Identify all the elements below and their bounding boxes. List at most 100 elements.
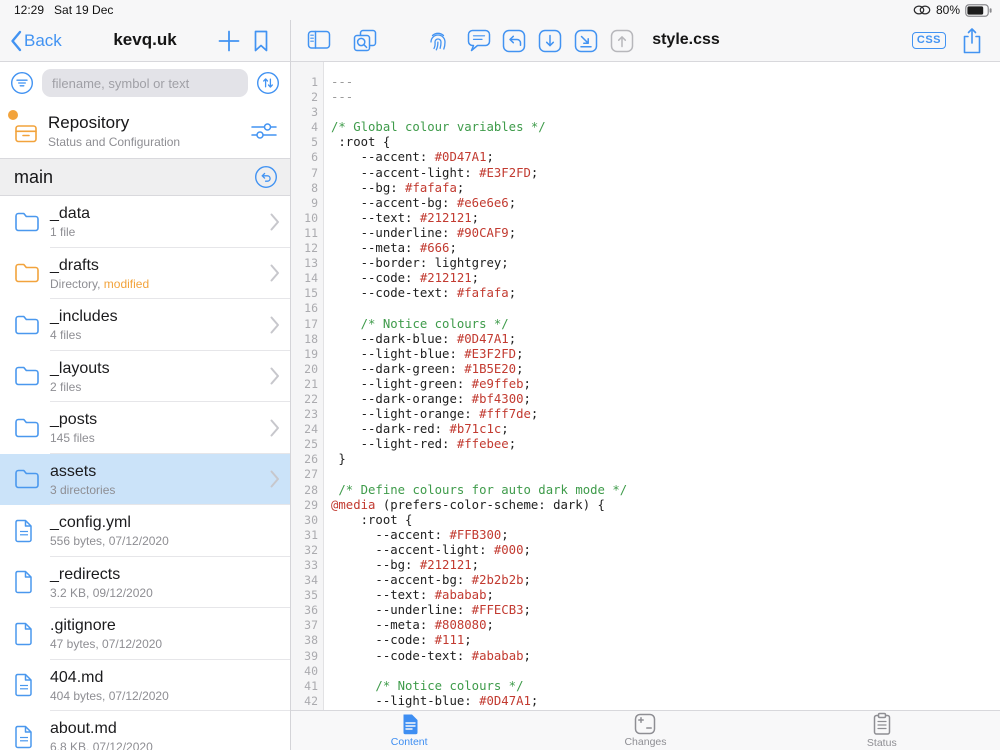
code-line: --light-red: #ffebee;	[331, 437, 1000, 452]
code-line: --light-orange: #fff7de;	[331, 407, 1000, 422]
line-number: 41	[291, 679, 323, 694]
line-number: 37	[291, 618, 323, 633]
line-number: 31	[291, 528, 323, 543]
download-icon[interactable]	[538, 29, 562, 53]
comment-icon[interactable]	[467, 29, 491, 52]
tab-label: Changes	[624, 736, 666, 748]
line-number: 36	[291, 603, 323, 618]
code-line: --dark-orange: #bf4300;	[331, 392, 1000, 407]
line-number: 42	[291, 694, 323, 709]
language-badge[interactable]: CSS	[912, 32, 946, 49]
code-line: ---	[331, 90, 1000, 105]
list-item-_posts[interactable]: _posts145 files	[0, 402, 290, 454]
line-number-gutter: 1234567891011121314151617181920212223242…	[291, 62, 324, 710]
line-number: 18	[291, 332, 323, 347]
item-name: _layouts	[50, 359, 110, 378]
code-line	[331, 664, 1000, 679]
line-number: 34	[291, 573, 323, 588]
bookmark-button[interactable]	[252, 30, 270, 52]
line-number: 22	[291, 392, 323, 407]
line-number: 5	[291, 135, 323, 150]
line-number: 33	[291, 558, 323, 573]
content-doc-icon	[399, 713, 419, 735]
line-number: 1	[291, 75, 323, 90]
line-number: 24	[291, 422, 323, 437]
item-detail: 556 bytes, 07/12/2020	[50, 534, 169, 548]
file-list: _data1 file_draftsDirectory, modified_in…	[0, 196, 290, 750]
code-line: --text: #212121;	[331, 211, 1000, 226]
line-number: 8	[291, 181, 323, 196]
line-number: 16	[291, 301, 323, 316]
battery-percent: 80%	[936, 3, 960, 17]
item-detail: 145 files	[50, 431, 97, 445]
share-icon[interactable]	[960, 27, 984, 55]
save-into-icon[interactable]	[574, 29, 598, 53]
list-item-_redirects[interactable]: _redirects3.2 KB, 09/12/2020	[0, 557, 290, 609]
code-line: --code-text: #ababab;	[331, 649, 1000, 664]
code-line: /* Notice colours */	[331, 679, 1000, 694]
tab-status[interactable]: Status	[764, 711, 1000, 750]
code-line: --meta: #666;	[331, 241, 1000, 256]
code-line: /* Global colour variables */	[331, 120, 1000, 135]
filter-icon[interactable]	[10, 71, 34, 95]
tab-label: Status	[867, 737, 897, 749]
line-number: 35	[291, 588, 323, 603]
list-item-_data[interactable]: _data1 file	[0, 196, 290, 248]
code-line: /* Define colours for auto dark mode */	[331, 483, 1000, 498]
code-line: --light-blue: #E3F2FD;	[331, 347, 1000, 362]
code-line: --accent-bg: #e6e6e6;	[331, 196, 1000, 211]
fingerprint-icon[interactable]	[426, 29, 450, 53]
item-detail: Directory, modified	[50, 277, 149, 291]
undo-icon[interactable]	[502, 29, 526, 53]
code-line: --bg: #212121;	[331, 558, 1000, 573]
line-number: 27	[291, 467, 323, 482]
branch-header[interactable]: main	[0, 158, 290, 196]
chevron-right-icon	[270, 213, 280, 231]
item-name: .gitignore	[50, 616, 162, 635]
multifile-search-icon[interactable]	[353, 29, 377, 52]
code-line	[331, 467, 1000, 482]
list-item-_config.yml[interactable]: _config.yml556 bytes, 07/12/2020	[0, 505, 290, 557]
list-item-assets[interactable]: assets3 directories	[0, 454, 290, 506]
line-number: 6	[291, 150, 323, 165]
code-editor[interactable]: 1234567891011121314151617181920212223242…	[291, 62, 1000, 710]
line-number: 9	[291, 196, 323, 211]
file-browser-sidebar: Repository Status and Configuration main	[0, 62, 290, 750]
list-item-_layouts[interactable]: _layouts2 files	[0, 351, 290, 403]
code-line: --dark-blue: #0D47A1;	[331, 332, 1000, 347]
list-item-_drafts[interactable]: _draftsDirectory, modified	[0, 248, 290, 300]
line-number: 25	[291, 437, 323, 452]
line-number: 15	[291, 286, 323, 301]
item-detail: 3 directories	[50, 483, 115, 497]
branch-switch-icon[interactable]	[254, 165, 278, 189]
list-item-_includes[interactable]: _includes4 files	[0, 299, 290, 351]
code-line: --accent: #FFB300;	[331, 528, 1000, 543]
list-item-about.md[interactable]: about.md6.8 KB, 07/12/2020	[0, 711, 290, 750]
code-line: --accent-bg: #2b2b2b;	[331, 573, 1000, 588]
tab-content[interactable]: Content	[291, 711, 527, 750]
plus-button[interactable]	[218, 30, 240, 52]
sort-icon[interactable]	[256, 71, 280, 95]
item-detail: 3.2 KB, 09/12/2020	[50, 586, 153, 600]
code-line: :root {	[331, 135, 1000, 150]
code-line: --light-green: #e9ffeb;	[331, 377, 1000, 392]
repository-row[interactable]: Repository Status and Configuration	[0, 104, 290, 158]
search-input[interactable]	[42, 69, 248, 97]
folder-icon	[0, 417, 50, 439]
item-detail: 4 files	[50, 328, 118, 342]
panel-toggle-icon[interactable]	[307, 29, 331, 51]
list-item-404.md[interactable]: 404.md404 bytes, 07/12/2020	[0, 660, 290, 712]
code-line	[331, 105, 1000, 120]
line-number: 29	[291, 498, 323, 513]
line-number: 13	[291, 256, 323, 271]
code-line: :root {	[331, 513, 1000, 528]
tab-changes[interactable]: Changes	[527, 711, 763, 750]
line-number: 30	[291, 513, 323, 528]
code-line: --accent-light: #E3F2FD;	[331, 166, 1000, 181]
item-detail: 1 file	[50, 225, 90, 239]
item-detail: 6.8 KB, 07/12/2020	[50, 740, 153, 750]
repository-name-title: kevq.uk	[0, 30, 290, 50]
sliders-icon[interactable]	[250, 121, 278, 141]
upload-icon	[610, 29, 634, 53]
list-item-.gitignore[interactable]: .gitignore47 bytes, 07/12/2020	[0, 608, 290, 660]
